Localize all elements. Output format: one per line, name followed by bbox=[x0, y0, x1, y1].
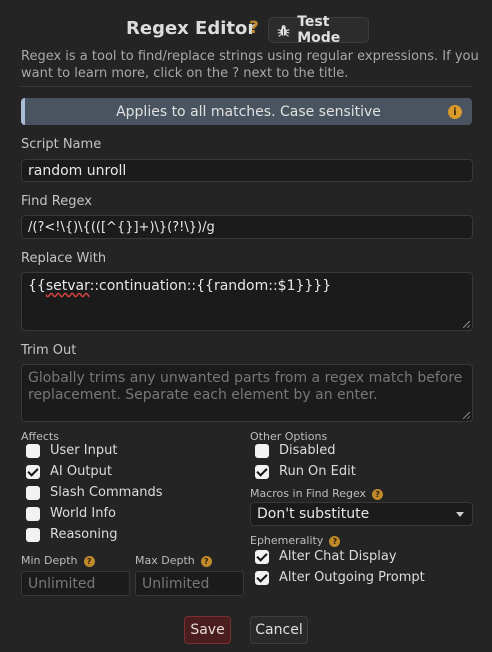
alter-chat-display[interactable]: Alter Chat Display bbox=[255, 549, 397, 564]
banner-text: Applies to all matches. Case sensitive bbox=[116, 103, 381, 120]
checkbox-checked[interactable] bbox=[26, 464, 40, 479]
affects-world-info[interactable]: World Info bbox=[26, 506, 116, 521]
checkbox[interactable] bbox=[26, 485, 40, 500]
page-title: Regex Editor bbox=[126, 18, 257, 39]
script-name-input[interactable]: random unroll bbox=[21, 159, 473, 182]
replace-with-input[interactable]: {{setvar::continuation::{{random::$1}}}} bbox=[21, 272, 473, 331]
info-icon[interactable]: i bbox=[448, 105, 462, 119]
option-disabled[interactable]: Disabled bbox=[255, 443, 335, 458]
replace-with-label: Replace With bbox=[21, 251, 107, 266]
checkbox[interactable] bbox=[26, 506, 40, 521]
test-mode-label: Test Mode bbox=[297, 14, 341, 46]
test-mode-button[interactable]: Test Mode bbox=[268, 14, 369, 46]
trim-out-label: Trim Out bbox=[21, 343, 77, 358]
affects-label: Affects bbox=[21, 430, 59, 443]
affects-user-input[interactable]: User Input bbox=[26, 443, 117, 458]
help-icon[interactable]: ? bbox=[200, 555, 212, 567]
other-options-label: Other Options bbox=[250, 430, 328, 443]
checkbox[interactable] bbox=[26, 527, 40, 542]
cancel-button[interactable]: Cancel bbox=[250, 616, 308, 644]
script-name-label: Script Name bbox=[21, 137, 102, 152]
resize-grip[interactable] bbox=[463, 321, 470, 328]
checkbox[interactable] bbox=[255, 443, 269, 458]
min-depth-label: Min Depth? bbox=[21, 554, 95, 567]
help-icon[interactable]: ? bbox=[329, 535, 341, 547]
max-depth-label: Max Depth? bbox=[135, 554, 212, 567]
save-button[interactable]: Save bbox=[184, 616, 231, 644]
option-run-on-edit[interactable]: Run On Edit bbox=[255, 464, 356, 479]
help-icon[interactable]: ? bbox=[83, 555, 95, 567]
macros-label: Macros in Find Regex? bbox=[250, 487, 384, 500]
help-icon[interactable]: ? bbox=[249, 18, 259, 38]
ephemerality-label: Ephemerality? bbox=[250, 534, 341, 547]
macros-select[interactable]: Don't substitute bbox=[250, 502, 473, 526]
affects-ai-output[interactable]: AI Output bbox=[26, 464, 112, 479]
affects-slash-commands[interactable]: Slash Commands bbox=[26, 485, 163, 500]
find-regex-input[interactable]: /(?<!\{)\{(([^{}]+)\}(?!\})/g bbox=[21, 215, 473, 239]
header: Regex Editor ? Test Mode bbox=[0, 14, 492, 46]
checkbox-checked[interactable] bbox=[255, 464, 269, 479]
find-regex-label: Find Regex bbox=[21, 194, 92, 209]
intro-text: Regex is a tool to find/replace strings … bbox=[21, 49, 479, 81]
checkbox-checked[interactable] bbox=[255, 549, 269, 564]
checkbox-checked[interactable] bbox=[255, 570, 269, 585]
resize-grip[interactable] bbox=[463, 412, 470, 419]
info-banner: Applies to all matches. Case sensitive i bbox=[21, 98, 472, 125]
min-depth-input[interactable]: Unlimited bbox=[21, 571, 130, 596]
max-depth-input[interactable]: Unlimited bbox=[135, 571, 244, 596]
affects-reasoning[interactable]: Reasoning bbox=[26, 527, 117, 542]
alter-outgoing-prompt[interactable]: Alter Outgoing Prompt bbox=[255, 570, 425, 585]
bug-icon bbox=[277, 24, 290, 37]
checkbox[interactable] bbox=[26, 443, 40, 458]
divider bbox=[21, 86, 472, 87]
trim-out-input[interactable]: Globally trims any unwanted parts from a… bbox=[21, 364, 473, 422]
help-icon[interactable]: ? bbox=[372, 488, 384, 500]
chevron-down-icon bbox=[456, 512, 464, 517]
